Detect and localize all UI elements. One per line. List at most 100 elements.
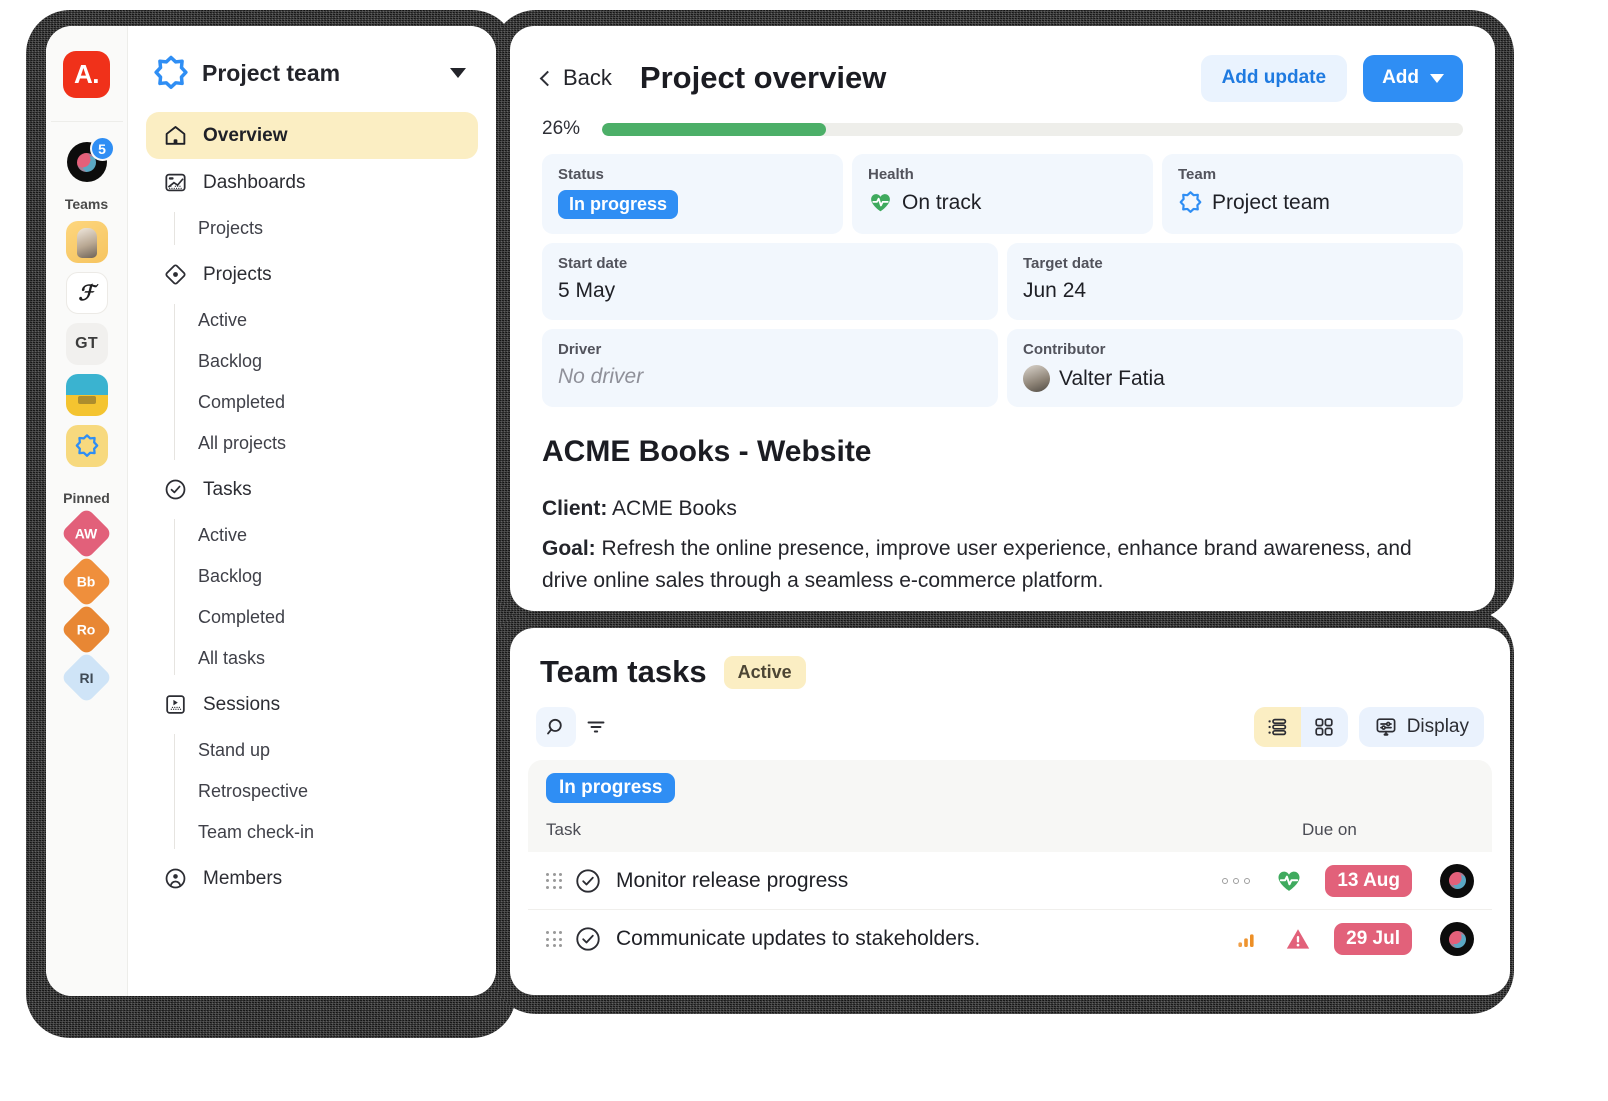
task-health-indicator[interactable] — [1263, 867, 1315, 895]
sidebar-subitem-projects-backlog[interactable]: Backlog — [180, 341, 478, 382]
back-button[interactable]: Back — [539, 65, 612, 91]
meta-value-health: On track — [868, 190, 1137, 215]
due-date-badge[interactable]: 29 Jul — [1334, 923, 1412, 955]
meta-label-health: Health — [868, 166, 914, 183]
meta-value-target-date: Jun 24 — [1023, 279, 1087, 302]
more-options-icon[interactable] — [1209, 877, 1263, 884]
display-label: Display — [1406, 716, 1469, 737]
sidebar-item-label-dashboards: Dashboards — [203, 171, 306, 193]
sidebar-subitem-dashboards-projects[interactable]: Projects — [180, 208, 478, 249]
rail-divider — [50, 121, 123, 122]
meta-card-start-date[interactable]: Start date 5 May — [542, 243, 998, 320]
meta-label-target-date: Target date — [1023, 255, 1103, 272]
sidebar-subitem-projects-completed[interactable]: Completed — [180, 382, 478, 423]
meta-card-contributor[interactable]: Contributor Valter Fatia — [1007, 329, 1463, 407]
workspace-title: Project team — [202, 59, 341, 86]
sessions-icon — [162, 692, 188, 718]
task-table: In progress Task Due on Monitor release … — [528, 760, 1492, 968]
list-view-button[interactable] — [1253, 707, 1301, 747]
check-icon — [162, 477, 188, 503]
progress-fill — [602, 122, 826, 136]
project-progress: 26% — [510, 104, 1495, 140]
pinned-tile-ri[interactable]: RI — [60, 651, 113, 704]
workspace-switcher[interactable]: Project team — [146, 48, 478, 98]
sidebar-subitem-tasks-active[interactable]: Active — [180, 515, 478, 556]
drag-handle-icon[interactable] — [546, 872, 562, 890]
priority-bars-icon — [1238, 934, 1254, 947]
heartbeat-icon — [1278, 871, 1300, 891]
task-priority-indicator[interactable] — [1220, 927, 1272, 951]
user-avatar[interactable]: 5 — [66, 136, 115, 182]
sidebar-subitem-team-checkin[interactable]: Team check-in — [180, 812, 478, 853]
status-badge: In progress — [558, 190, 679, 219]
grid-view-button[interactable] — [1301, 707, 1348, 747]
search-button[interactable] — [536, 707, 576, 747]
due-date-badge[interactable]: 13 Aug — [1325, 864, 1412, 897]
team-tile-f[interactable]: ℱ — [65, 272, 108, 314]
meta-row-3: Driver No driver Contributor Valter Fati… — [542, 329, 1463, 407]
task-name: Communicate updates to stakeholders. — [616, 927, 981, 950]
sidebar-subitem-standup[interactable]: Stand up — [180, 730, 478, 771]
display-button[interactable]: Display — [1358, 707, 1484, 747]
sidebar-subitem-tasks-all[interactable]: All tasks — [180, 638, 478, 679]
filter-icon — [587, 721, 605, 733]
avatar[interactable] — [1440, 863, 1474, 898]
add-button[interactable]: Add — [1363, 54, 1463, 102]
home-icon — [162, 123, 188, 149]
display-settings-icon — [1376, 718, 1396, 736]
app-logo[interactable]: A. — [63, 51, 110, 98]
sidebar-subitem-projects-active[interactable]: Active — [180, 300, 478, 341]
meta-row-1: Status In progress Health On track Team — [542, 154, 1463, 234]
pinned-label-bb: Bb — [77, 573, 96, 590]
sidebar-item-label-sessions: Sessions — [203, 693, 281, 715]
meta-card-status[interactable]: Status In progress — [542, 154, 843, 234]
notification-badge[interactable]: 5 — [89, 136, 115, 161]
meta-card-target-date[interactable]: Target date Jun 24 — [1007, 243, 1463, 320]
meta-card-team[interactable]: Team Project team — [1162, 154, 1463, 234]
sidebar-item-sessions[interactable]: Sessions — [146, 681, 478, 728]
task-checkbox[interactable] — [574, 925, 602, 953]
meta-card-driver[interactable]: Driver No driver — [542, 329, 998, 407]
team-tile-gt[interactable]: GT — [65, 323, 108, 365]
sidebar-item-projects[interactable]: Projects — [146, 251, 478, 298]
add-update-button[interactable]: Add update — [1200, 54, 1348, 102]
list-view-icon — [1268, 718, 1287, 736]
meta-card-health[interactable]: Health On track — [852, 154, 1153, 234]
team-tile-dog[interactable] — [65, 221, 108, 263]
sidebar-subitem-tasks-backlog[interactable]: Backlog — [180, 556, 478, 597]
dashboard-icon — [162, 170, 188, 196]
task-health-indicator[interactable] — [1272, 925, 1324, 953]
meta-label-contributor: Contributor — [1023, 341, 1106, 358]
sidebar-item-members[interactable]: Members — [146, 855, 478, 902]
team-tasks-panel: Team tasks Active Display In progress Ta… — [510, 628, 1510, 995]
table-row[interactable]: Communicate updates to stakeholders. 29 … — [528, 910, 1492, 968]
drag-handle-icon[interactable] — [546, 930, 562, 948]
tasks-filter-chip[interactable]: Active — [723, 655, 806, 689]
pinned-tile-bb[interactable]: Bb — [60, 555, 113, 608]
team-tile-ukraine[interactable] — [65, 374, 108, 416]
tasks-subnav: Active Backlog Completed All tasks — [146, 515, 478, 679]
sidebar-nav: Project team Overview Dashboards Project… — [128, 26, 496, 996]
sidebar-item-dashboards[interactable]: Dashboards — [146, 159, 478, 206]
project-overview-panel: Back Project overview Add update Add 26%… — [510, 26, 1495, 611]
sidebar-subitem-projects-all[interactable]: All projects — [180, 423, 478, 464]
task-checkbox[interactable] — [574, 867, 602, 895]
column-header-due: Due on — [1302, 820, 1357, 839]
avatar[interactable] — [1440, 922, 1474, 956]
meta-value-start-date: 5 May — [558, 279, 616, 302]
sidebar-item-tasks[interactable]: Tasks — [146, 466, 478, 513]
chevron-down-icon[interactable] — [450, 68, 466, 78]
meta-row-2: Start date 5 May Target date Jun 24 — [542, 243, 1463, 320]
team-tile-project-team[interactable] — [65, 425, 108, 467]
project-description: ACME Books - Website Client: ACME Books … — [510, 407, 1495, 597]
sidebar-item-overview[interactable]: Overview — [146, 112, 478, 159]
pinned-tile-aw[interactable]: AW — [60, 507, 113, 560]
meta-label-driver: Driver — [558, 341, 602, 358]
sidebar-subitem-retrospective[interactable]: Retrospective — [180, 771, 478, 812]
pinned-tile-ro[interactable]: Ro — [60, 603, 113, 656]
sidebar-subitem-tasks-completed[interactable]: Completed — [180, 597, 478, 638]
filter-button[interactable] — [576, 707, 616, 747]
table-row[interactable]: Monitor release progress 13 Aug — [528, 852, 1492, 910]
teams-label: Teams — [64, 196, 109, 212]
pinned-label-aw: AW — [75, 525, 98, 542]
